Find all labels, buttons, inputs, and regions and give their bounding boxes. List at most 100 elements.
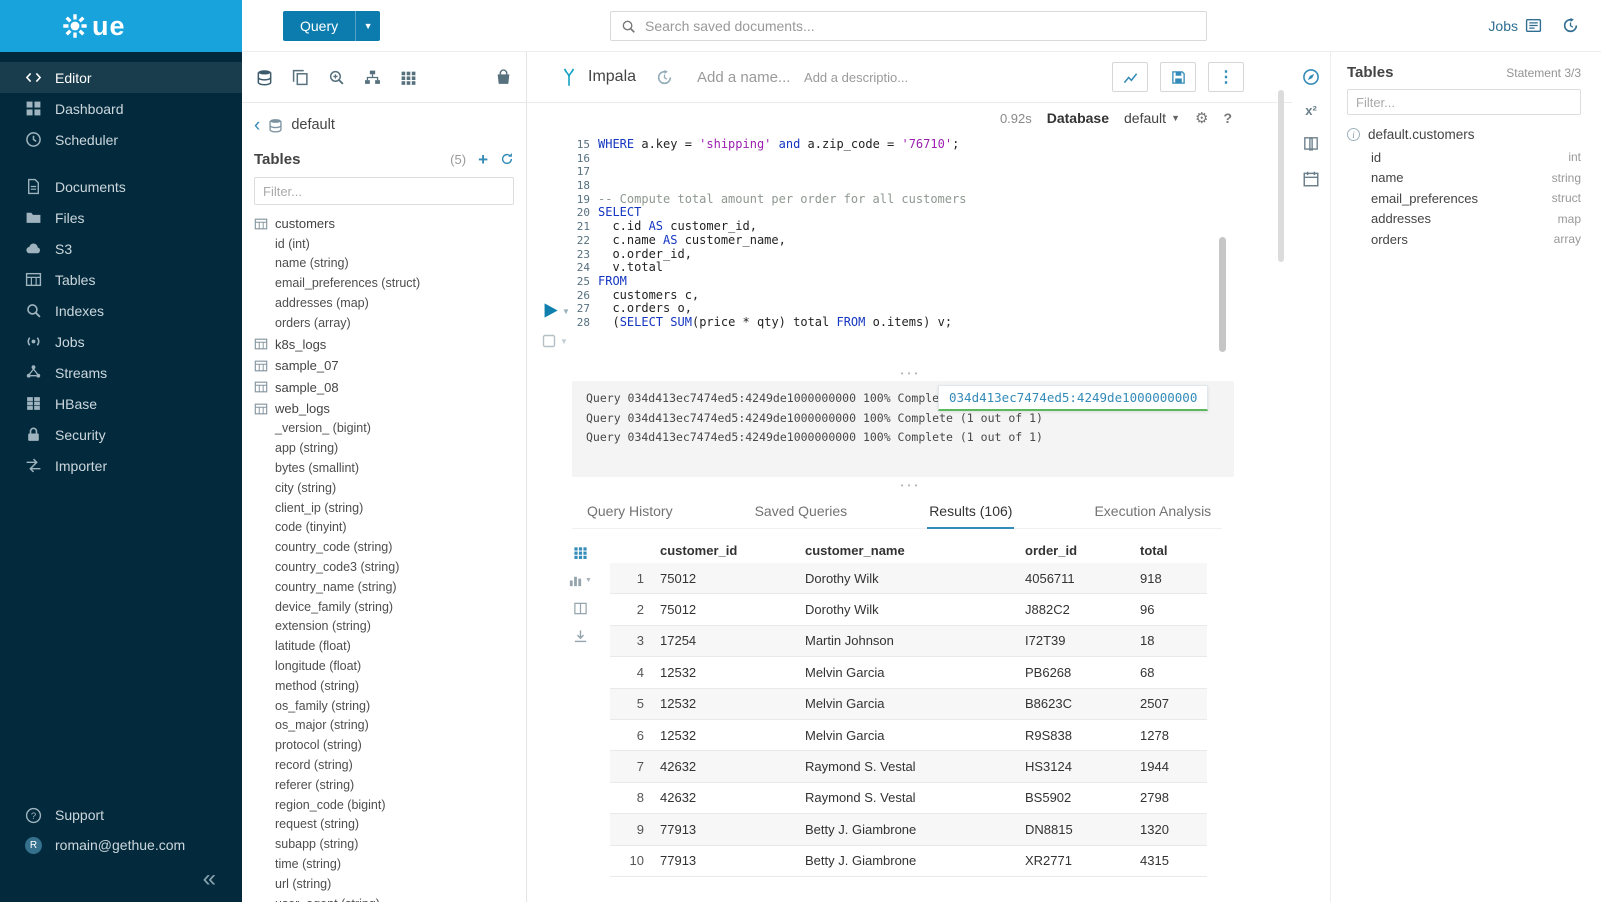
- assist-column[interactable]: protocol (string): [254, 736, 514, 756]
- assist-column[interactable]: name (string): [254, 254, 514, 274]
- tab-saved-queries[interactable]: Saved Queries: [753, 493, 850, 528]
- grid-view-icon[interactable]: [573, 545, 588, 560]
- context-column-id[interactable]: idint: [1347, 147, 1581, 168]
- save-button[interactable]: [1160, 62, 1196, 92]
- sql-editor[interactable]: ▼ ▼ 15WHERE a.key = 'shipping' and a.zip…: [527, 133, 1292, 365]
- sidebar-item-jobs[interactable]: Jobs: [0, 326, 242, 357]
- chevron-left-icon[interactable]: ‹: [254, 116, 260, 135]
- assist-column[interactable]: user_agent (string): [254, 895, 514, 902]
- compass-icon[interactable]: [1302, 68, 1320, 86]
- result-row[interactable]: 412532Melvin GarciaPB626868: [610, 657, 1207, 688]
- assist-filter-input[interactable]: [254, 177, 514, 205]
- resize-handle-bottom[interactable]: [527, 477, 1292, 493]
- assist-column[interactable]: bytes (smallint): [254, 459, 514, 479]
- assist-column[interactable]: extension (string): [254, 617, 514, 637]
- apps-grid-icon[interactable]: [400, 69, 417, 86]
- tab-execution-analysis[interactable]: Execution Analysis: [1092, 493, 1213, 528]
- assist-column[interactable]: method (string): [254, 677, 514, 697]
- assist-column[interactable]: _version_ (bigint): [254, 419, 514, 439]
- language-reference-icon[interactable]: [1302, 135, 1320, 153]
- hue-logo[interactable]: ue: [0, 0, 242, 52]
- column-header[interactable]: order_id: [1025, 543, 1140, 558]
- assist-column[interactable]: referer (string): [254, 776, 514, 796]
- chart-button[interactable]: [1112, 62, 1148, 92]
- result-row[interactable]: 275012Dorothy WilkJ882C296: [610, 594, 1207, 625]
- sidebar-item-editor[interactable]: Editor: [0, 62, 242, 93]
- bag-icon[interactable]: [495, 69, 512, 86]
- sidebar-item-s3[interactable]: S3: [0, 233, 242, 264]
- sidebar-item-security[interactable]: Security: [0, 419, 242, 450]
- assist-column[interactable]: record (string): [254, 756, 514, 776]
- context-column-addresses[interactable]: addressesmap: [1347, 209, 1581, 230]
- context-table[interactable]: i default.customers: [1347, 127, 1581, 142]
- database-select[interactable]: default ▼: [1124, 110, 1180, 126]
- sidebar-item-hbase[interactable]: HBase: [0, 388, 242, 419]
- query-name-input[interactable]: [697, 69, 792, 86]
- result-row[interactable]: 612532Melvin GarciaR9S8381278: [610, 720, 1207, 751]
- result-row[interactable]: 977913Betty J. GiambroneDN88151320: [610, 814, 1207, 845]
- settings-gear-icon[interactable]: ⚙: [1195, 109, 1208, 127]
- query-history-icon[interactable]: [656, 69, 673, 86]
- page-scrollbar[interactable]: [1278, 90, 1284, 262]
- assist-column[interactable]: country_code3 (string): [254, 558, 514, 578]
- assist-column[interactable]: longitude (float): [254, 657, 514, 677]
- assist-column[interactable]: request (string): [254, 815, 514, 835]
- schedule-icon[interactable]: [1302, 170, 1320, 188]
- assist-column[interactable]: email_preferences (struct): [254, 274, 514, 294]
- assist-column[interactable]: url (string): [254, 875, 514, 895]
- more-actions-button[interactable]: ⋮: [1208, 62, 1244, 92]
- sidebar-item-user[interactable]: R romain@gethue.com: [0, 830, 242, 860]
- databases-icon[interactable]: [256, 69, 273, 86]
- assist-column[interactable]: region_code (bigint): [254, 796, 514, 816]
- query-button[interactable]: Query: [283, 11, 355, 41]
- result-row[interactable]: 317254Martin JohnsonI72T3918: [610, 626, 1207, 657]
- assist-column[interactable]: orders (array): [254, 314, 514, 334]
- execute-button[interactable]: [541, 301, 560, 320]
- functions-icon[interactable]: x²: [1305, 103, 1317, 118]
- sidebar-item-files[interactable]: Files: [0, 202, 242, 233]
- tab-query-history[interactable]: Query History: [585, 493, 675, 528]
- execute-options-icon[interactable]: ▼: [562, 307, 570, 316]
- assist-column[interactable]: client_ip (string): [254, 499, 514, 519]
- sitemap-icon[interactable]: [364, 69, 381, 86]
- query-dropdown-button[interactable]: ▼: [355, 11, 380, 41]
- assist-column[interactable]: subapp (string): [254, 835, 514, 855]
- chevron-down-icon[interactable]: ▼: [585, 577, 592, 584]
- sidebar-item-tables[interactable]: Tables: [0, 264, 242, 295]
- help-icon[interactable]: ?: [1223, 110, 1232, 126]
- assist-column[interactable]: time (string): [254, 855, 514, 875]
- query-description-input[interactable]: [804, 70, 919, 85]
- documents-icon[interactable]: [292, 69, 309, 86]
- tab-results-106-[interactable]: Results (106): [927, 493, 1014, 528]
- context-filter-input[interactable]: [1347, 89, 1581, 115]
- assist-table-sample_08[interactable]: sample_08: [254, 376, 514, 398]
- column-header[interactable]: customer_name: [805, 543, 1025, 558]
- assist-column[interactable]: country_name (string): [254, 578, 514, 598]
- result-row[interactable]: 512532Melvin GarciaB8623C2507: [610, 689, 1207, 720]
- sidebar-item-scheduler[interactable]: Scheduler: [0, 124, 242, 155]
- sidebar-item-documents[interactable]: Documents: [0, 171, 242, 202]
- collapse-sidebar-icon[interactable]: «: [203, 867, 216, 891]
- search-plus-icon[interactable]: [328, 69, 345, 86]
- query-id-popup[interactable]: 034d413ec7474ed5:4249de1000000000: [938, 385, 1208, 411]
- context-column-email_preferences[interactable]: email_preferencesstruct: [1347, 188, 1581, 209]
- history-icon[interactable]: [1562, 17, 1579, 34]
- sidebar-item-support[interactable]: ? Support: [0, 800, 242, 830]
- column-header[interactable]: total: [1140, 543, 1205, 558]
- sidebar-item-dashboard[interactable]: Dashboard: [0, 93, 242, 124]
- assist-table-k8s_logs[interactable]: k8s_logs: [254, 333, 514, 355]
- result-row[interactable]: 175012Dorothy Wilk4056711918: [610, 563, 1207, 594]
- columns-view-icon[interactable]: [573, 601, 588, 616]
- resize-handle-top[interactable]: [527, 365, 1292, 381]
- assist-column[interactable]: code (tinyint): [254, 518, 514, 538]
- context-column-name[interactable]: namestring: [1347, 168, 1581, 189]
- sidebar-item-streams[interactable]: Streams: [0, 357, 242, 388]
- format-button[interactable]: [541, 333, 557, 349]
- assist-table-customers[interactable]: customers: [254, 213, 514, 235]
- jobs-link[interactable]: Jobs: [1488, 17, 1542, 34]
- download-icon[interactable]: [573, 629, 588, 644]
- search-input[interactable]: [645, 18, 1196, 34]
- column-header[interactable]: customer_id: [660, 543, 805, 558]
- sidebar-item-indexes[interactable]: Indexes: [0, 295, 242, 326]
- assist-column[interactable]: latitude (float): [254, 637, 514, 657]
